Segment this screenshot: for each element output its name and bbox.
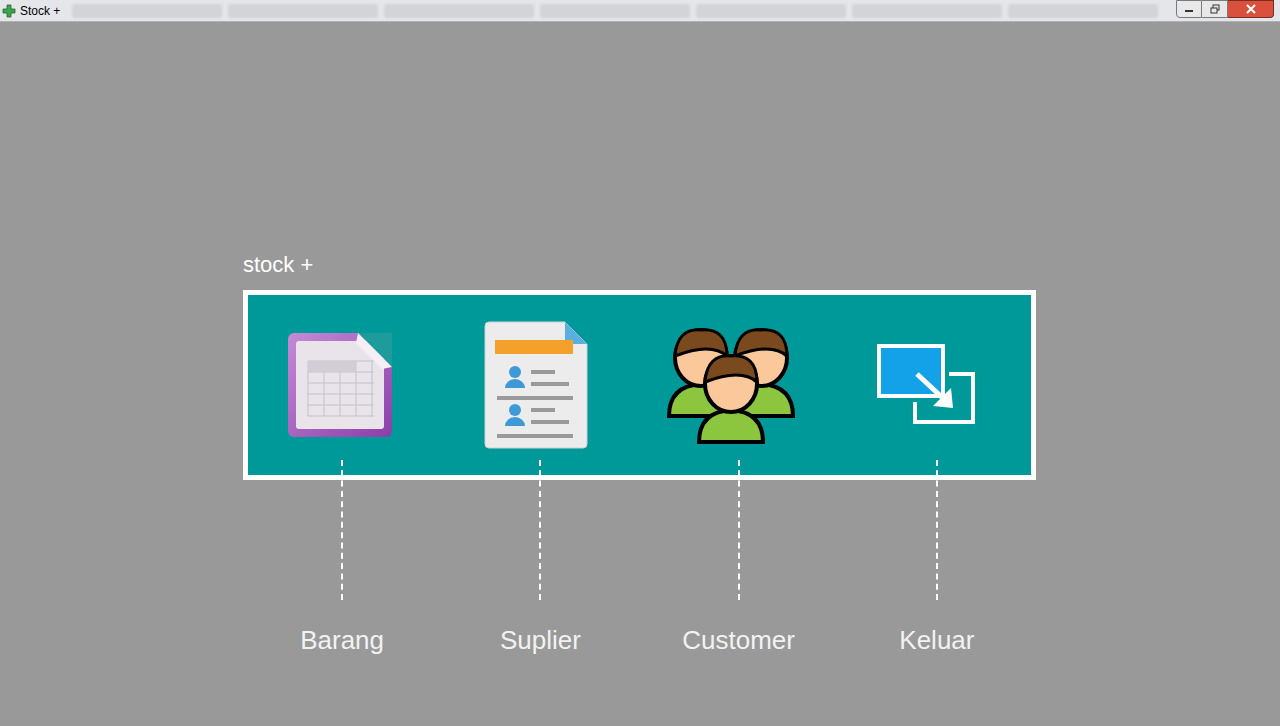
spreadsheet-icon	[286, 329, 394, 441]
menu-item[interactable]: Barang	[243, 460, 441, 656]
menu-label[interactable]: Keluar	[899, 624, 974, 656]
blurred-tab	[228, 4, 378, 18]
app-plus-icon	[2, 4, 16, 18]
menu-label[interactable]: Suplier	[500, 624, 581, 656]
minimize-button[interactable]	[1176, 0, 1202, 18]
blurred-tab	[852, 4, 1002, 18]
blurred-tab	[72, 4, 222, 18]
close-button[interactable]	[1228, 0, 1274, 18]
menu-label[interactable]: Barang	[300, 624, 384, 656]
menu-item[interactable]: Suplier	[441, 460, 639, 656]
menu-icon-button[interactable]	[438, 320, 634, 450]
restore-button[interactable]	[1202, 0, 1228, 18]
app-heading: stock +	[243, 250, 1280, 280]
exit-icon	[877, 344, 977, 426]
blurred-tab	[1008, 4, 1158, 18]
window-title: Stock +	[20, 5, 60, 17]
menu-item[interactable]: Customer	[640, 460, 838, 656]
menu-label[interactable]: Customer	[682, 624, 795, 656]
dashed-connector	[738, 460, 740, 600]
close-icon	[1245, 4, 1257, 14]
menu-labels: Barang Suplier Customer Keluar	[243, 460, 1036, 656]
minimize-icon	[1184, 5, 1194, 13]
restore-icon	[1210, 4, 1220, 14]
title-bar: Stock +	[0, 0, 1280, 22]
window-controls	[1176, 0, 1274, 21]
dashed-connector	[341, 460, 343, 600]
blurred-tab	[540, 4, 690, 18]
menu-icon-button[interactable]	[634, 324, 830, 446]
menu-icon-button[interactable]	[242, 329, 438, 441]
dashed-connector	[936, 460, 938, 600]
blurred-tabs	[72, 0, 1172, 21]
blurred-tab	[696, 4, 846, 18]
app-window: Stock + stock + Barang Suplier Customer Kelua…	[0, 0, 1280, 726]
menu-item[interactable]: Keluar	[838, 460, 1036, 656]
contact-document-icon	[483, 320, 589, 450]
menu-panel	[243, 290, 1036, 480]
menu-icon-button[interactable]	[829, 344, 1025, 426]
people-icon	[665, 324, 797, 446]
main-area: stock + Barang Suplier Customer Keluar	[0, 22, 1280, 656]
dashed-connector	[539, 460, 541, 600]
blurred-tab	[384, 4, 534, 18]
